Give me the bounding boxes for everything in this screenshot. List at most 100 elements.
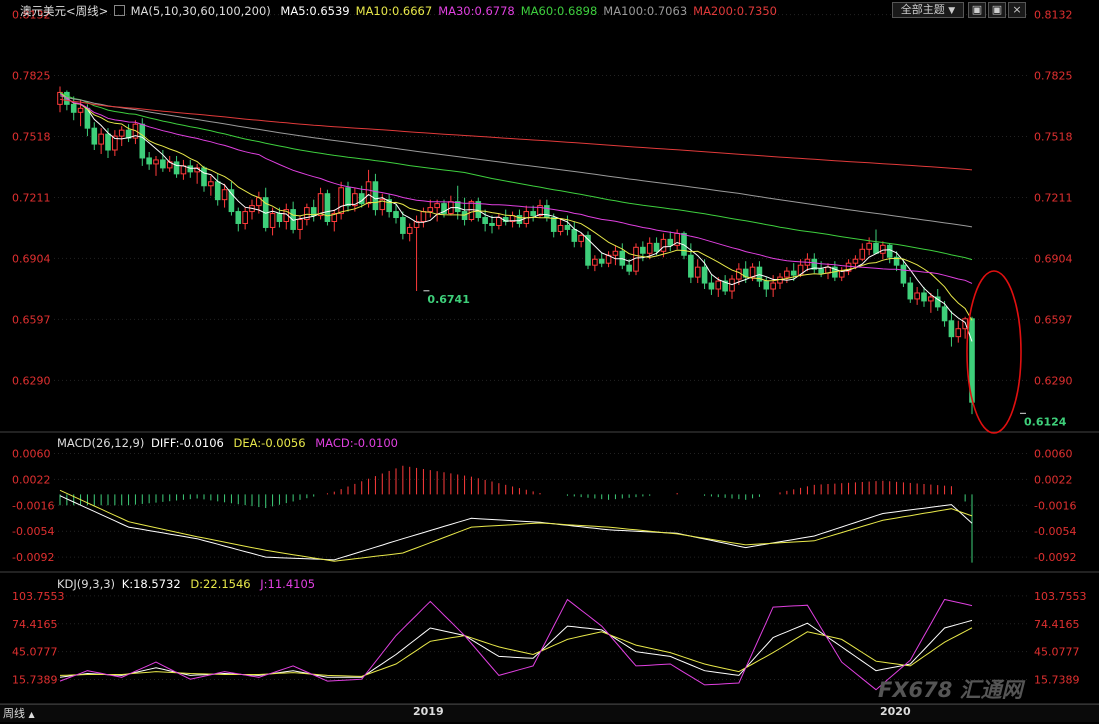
candle-body-31 <box>269 213 276 228</box>
macd-tick-left-4: -0.0092 <box>12 551 54 564</box>
ma-value-4: MA100:0.7063 <box>603 4 688 18</box>
candle-body-49 <box>393 211 399 219</box>
x-label-2020: 2020 <box>880 705 911 718</box>
candle-body-103 <box>763 280 770 290</box>
candle-body-127 <box>928 296 934 302</box>
candle-body-92 <box>688 254 694 278</box>
candle-body-111 <box>818 268 824 274</box>
kdj-title[interactable]: KDJ(9,3,3) <box>57 577 115 591</box>
candle-body-42 <box>345 187 351 207</box>
kdj-header: KDJ(9,3,3) K:18.5732 D:22.1546 J:11.4105 <box>57 577 315 591</box>
candle-body-94 <box>701 266 708 284</box>
ma-values: MA5:0.6539 MA10:0.6667 MA30:0.6778 MA60:0.6… <box>274 4 777 18</box>
candle-body-78 <box>592 258 598 266</box>
kdj-d: D:22.1546 <box>190 577 251 591</box>
candle-body-24 <box>221 189 228 201</box>
close-icon[interactable]: × <box>1008 2 1026 18</box>
candle-body-88 <box>660 238 667 252</box>
candle-body-18 <box>180 165 187 175</box>
ma-params: MA(5,10,30,60,100,200) <box>130 4 271 18</box>
price-tick-right-5: 0.6597 <box>1034 313 1073 326</box>
candle-body-63 <box>489 222 495 226</box>
candle-body-74 <box>564 224 571 230</box>
candle-body-95 <box>708 282 715 290</box>
macd-value: MACD:-0.0100 <box>315 436 398 450</box>
candle-body-114 <box>838 270 845 278</box>
bottom-bar <box>0 704 1099 722</box>
period-selector[interactable]: 周线 ▲ <box>3 705 35 721</box>
candle-body-14 <box>153 159 159 165</box>
kdj-j: J:11.4105 <box>260 577 316 591</box>
candle-body-93 <box>694 266 701 278</box>
candle-body-85 <box>640 246 646 254</box>
candle-body-73 <box>557 224 564 232</box>
candle-body-124 <box>907 282 914 300</box>
candle-body-89 <box>667 238 674 246</box>
candle-body-9 <box>118 129 125 137</box>
candle-body-41 <box>338 187 344 215</box>
macd-tick-right-3: -0.0054 <box>1034 525 1076 538</box>
ma-value-5: MA200:0.7350 <box>693 4 777 18</box>
candle-body-119 <box>873 242 879 254</box>
candle-body-117 <box>859 248 866 260</box>
candle-body-46 <box>372 181 379 211</box>
price-tick-left-4: 0.6904 <box>12 252 51 265</box>
period-label: 周线 <box>3 707 25 720</box>
price-tick-left-3: 0.7211 <box>12 191 51 204</box>
candle-body-6 <box>98 133 104 145</box>
kdj-tick-left-3: 15.7389 <box>12 673 58 686</box>
candle-body-86 <box>646 242 653 254</box>
price-tick-right-4: 0.6904 <box>1034 252 1073 265</box>
candle-body-120 <box>880 244 886 254</box>
settings-alt-icon[interactable]: ▣ <box>988 2 1006 18</box>
candle-body-54 <box>427 207 434 213</box>
candle-body-101 <box>749 266 756 278</box>
price-tick-right-2: 0.7518 <box>1034 131 1073 144</box>
candle-body-13 <box>146 157 152 165</box>
kdj-tick-right-0: 103.7553 <box>1034 590 1087 603</box>
price-tick-right-0: 0.8132 <box>1034 9 1073 22</box>
candle-body-38 <box>317 193 324 217</box>
candle-body-26 <box>235 211 242 224</box>
candle-body-81 <box>612 250 619 256</box>
theme-dropdown[interactable]: 全部主题 ▼ <box>892 2 964 18</box>
candle-body-22 <box>208 181 214 187</box>
candle-body-23 <box>214 181 221 201</box>
candle-body-15 <box>160 159 166 169</box>
symbol-title[interactable]: 澳元美元<周线> <box>20 4 108 18</box>
ma-value-0: MA5:0.6539 <box>280 4 350 18</box>
candle-body-126 <box>921 292 927 302</box>
kdj-tick-left-0: 103.7553 <box>12 590 65 603</box>
price-tick-left-6: 0.6290 <box>12 374 51 387</box>
candle-body-131 <box>955 328 962 338</box>
candle-body-106 <box>784 270 790 278</box>
candle-body-87 <box>653 242 660 252</box>
macd-tick-left-1: 0.0022 <box>12 473 51 486</box>
candle-body-125 <box>914 292 920 300</box>
ma-settings-icon[interactable] <box>113 5 125 16</box>
macd-title[interactable]: MACD(26,12,9) <box>57 436 144 450</box>
candle-body-2 <box>70 103 77 113</box>
macd-tick-left-3: -0.0054 <box>12 525 54 538</box>
theme-label: 全部主题 <box>900 3 945 16</box>
macd-diff: DIFF:-0.0106 <box>151 436 224 450</box>
candle-body-35 <box>297 219 303 230</box>
candle-body-96 <box>715 280 722 290</box>
candle-body-51 <box>406 226 413 234</box>
kdj-k: K:18.5732 <box>121 577 181 591</box>
candle-body-118 <box>866 242 872 250</box>
macd-header: MACD(26,12,9) DIFF:-0.0106 DEA:-0.0056 M… <box>57 436 398 450</box>
macd-tick-right-4: -0.0092 <box>1034 551 1076 564</box>
candle-body-19 <box>187 165 194 173</box>
candle-body-21 <box>201 167 207 187</box>
price-tick-left-5: 0.6597 <box>12 313 51 326</box>
candle-body-7 <box>105 133 111 151</box>
kdj-tick-left-1: 74.4165 <box>12 618 58 631</box>
price-tick-right-1: 0.7825 <box>1034 70 1073 83</box>
kdj-tick-right-1: 74.4165 <box>1034 618 1080 631</box>
settings-icon[interactable]: ▣ <box>968 2 986 18</box>
macd-tick-right-0: 0.0060 <box>1034 447 1073 460</box>
kdj-tick-left-2: 45.0777 <box>12 646 58 659</box>
price-tick-left-2: 0.7518 <box>12 131 51 144</box>
candle-body-75 <box>571 228 578 242</box>
